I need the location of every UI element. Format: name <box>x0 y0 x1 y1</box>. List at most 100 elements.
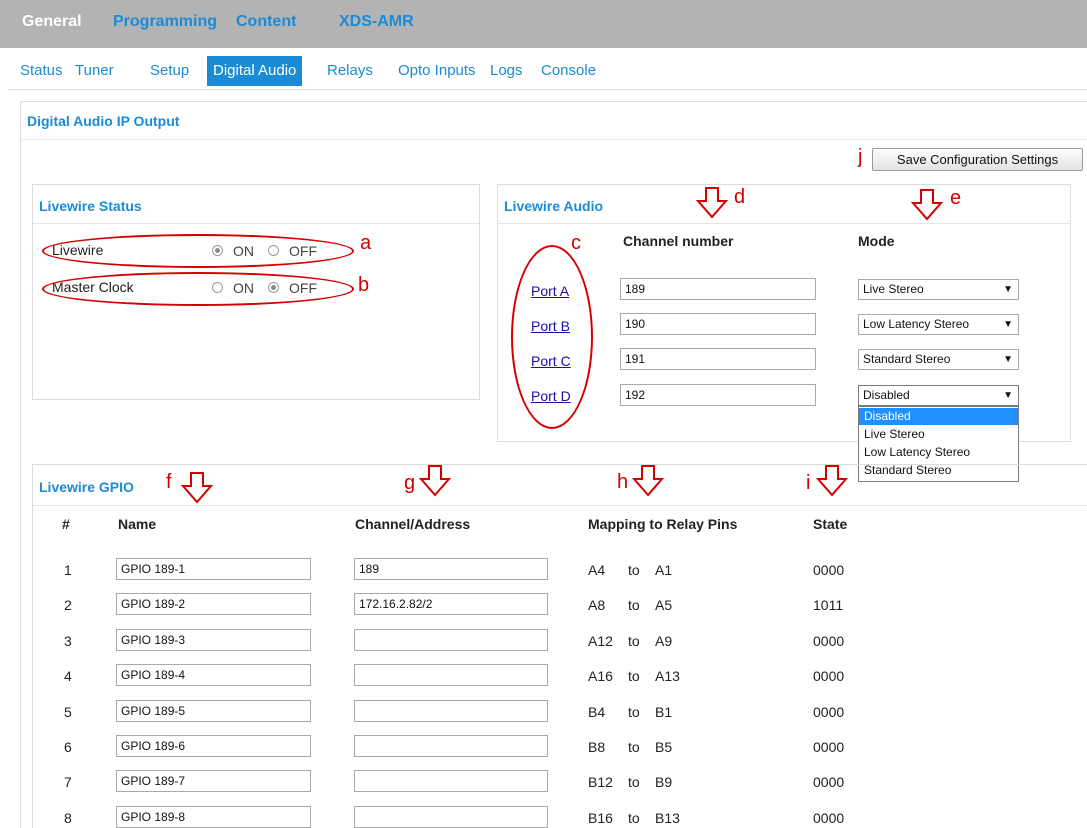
page-title: Digital Audio IP Output <box>27 113 180 129</box>
gpio-address-input[interactable] <box>354 558 548 580</box>
gpio-name-input[interactable] <box>116 700 311 722</box>
gpio-header-name: Name <box>118 516 157 532</box>
gpio-state: 0000 <box>813 562 845 578</box>
annotation-label-h: h <box>617 471 629 493</box>
gpio-state: 0000 <box>813 739 845 755</box>
gpio-mapping-connector: to <box>628 774 640 790</box>
gpio-mapping-from: B8 <box>588 739 606 755</box>
gpio-name-input[interactable] <box>116 593 311 615</box>
mode-option-low-latency-stereo[interactable]: Low Latency Stereo <box>859 444 1018 461</box>
gpio-mapping-connector: to <box>628 562 640 578</box>
annotation-label-i: i <box>806 472 811 494</box>
top-nav-xds-amr[interactable]: XDS-AMR <box>339 13 414 31</box>
gpio-name-input[interactable] <box>116 770 311 792</box>
gpio-address-input[interactable] <box>354 735 548 757</box>
gpio-row-num: 3 <box>64 633 72 649</box>
gpio-address-input[interactable] <box>354 700 548 722</box>
gpio-row-num: 8 <box>64 810 72 826</box>
annotation-label-e: e <box>950 187 962 209</box>
gpio-mapping-from: B16 <box>588 810 613 826</box>
tab-opto-inputs[interactable]: Opto Inputs <box>392 56 482 86</box>
port-d-mode-select[interactable]: Disabled ▼ <box>858 385 1019 406</box>
gpio-mapping-connector: to <box>628 704 640 720</box>
gpio-address-input[interactable] <box>354 770 548 792</box>
gpio-address-input[interactable] <box>354 629 548 651</box>
arrow-down-icon <box>910 189 944 221</box>
gpio-state: 0000 <box>813 633 845 649</box>
save-configuration-button[interactable]: Save Configuration Settings <box>872 148 1083 171</box>
port-c-channel-input[interactable] <box>620 348 816 370</box>
gpio-header-state: State <box>813 516 848 532</box>
panel-divider <box>33 505 1087 506</box>
arrow-down-icon <box>695 187 729 219</box>
gpio-mapping-connector: to <box>628 633 640 649</box>
tab-digital-audio[interactable]: Digital Audio <box>207 56 303 86</box>
annotation-label-g: g <box>404 472 416 494</box>
gpio-header-num: # <box>62 516 70 532</box>
gpio-mapping-to: A1 <box>655 562 673 578</box>
chevron-down-icon: ▼ <box>1003 390 1013 401</box>
panel-divider <box>33 223 479 224</box>
livewire-audio-title: Livewire Audio <box>504 198 604 214</box>
annotation-label-j: j <box>858 146 863 168</box>
chevron-down-icon: ▼ <box>1003 319 1013 330</box>
gpio-mapping-to: B13 <box>655 810 680 826</box>
top-nav: General Programming Content XDS-AMR <box>0 0 1087 48</box>
top-nav-programming[interactable]: Programming <box>113 13 217 31</box>
annotation-label-b: b <box>358 274 370 296</box>
gpio-header-address: Channel/Address <box>355 516 471 532</box>
port-a-mode-select[interactable]: Live Stereo ▼ <box>858 279 1019 300</box>
gpio-mapping-connector: to <box>628 668 640 684</box>
tab-relays[interactable]: Relays <box>321 56 379 86</box>
gpio-mapping-connector: to <box>628 739 640 755</box>
sub-nav: Status Tuner Setup Digital Audio Relays … <box>0 56 1087 86</box>
arrow-down-icon <box>180 472 214 504</box>
gpio-name-input[interactable] <box>116 806 311 828</box>
port-b-mode-select[interactable]: Low Latency Stereo ▼ <box>858 314 1019 335</box>
gpio-name-input[interactable] <box>116 664 311 686</box>
gpio-mapping-connector: to <box>628 810 640 826</box>
tab-logs[interactable]: Logs <box>484 56 529 86</box>
port-a-channel-input[interactable] <box>620 278 816 300</box>
gpio-row-num: 7 <box>64 774 72 790</box>
annotation-label-c: c <box>571 232 581 254</box>
arrow-down-icon <box>815 465 849 497</box>
chevron-down-icon: ▼ <box>1003 354 1013 365</box>
chevron-down-icon: ▼ <box>1003 284 1013 295</box>
tab-setup[interactable]: Setup <box>144 56 195 86</box>
gpio-address-input[interactable] <box>354 593 548 615</box>
top-nav-general[interactable]: General <box>22 13 82 31</box>
tab-console[interactable]: Console <box>535 56 602 86</box>
gpio-mapping-from: A4 <box>588 562 606 578</box>
gpio-name-input[interactable] <box>116 735 311 757</box>
port-c-mode-select[interactable]: Standard Stereo ▼ <box>858 349 1019 370</box>
tab-status[interactable]: Status <box>14 56 69 86</box>
gpio-name-input[interactable] <box>116 558 311 580</box>
gpio-state: 1011 <box>813 597 844 613</box>
gpio-mapping-from: A12 <box>588 633 613 649</box>
livewire-status-title: Livewire Status <box>39 198 142 214</box>
panel-divider <box>498 223 1070 224</box>
arrow-down-icon <box>631 465 665 497</box>
port-d-channel-input[interactable] <box>620 384 816 406</box>
annotation-ellipse-ports <box>511 245 593 429</box>
gpio-mapping-from: B4 <box>588 704 606 720</box>
tab-tuner[interactable]: Tuner <box>69 56 120 86</box>
gpio-row-num: 1 <box>64 562 72 578</box>
gpio-address-input[interactable] <box>354 806 548 828</box>
gpio-mapping-to: B1 <box>655 704 673 720</box>
mode-option-live-stereo[interactable]: Live Stereo <box>859 426 1018 443</box>
port-a-mode-value: Live Stereo <box>863 282 924 296</box>
mode-option-disabled[interactable]: Disabled <box>859 408 1018 425</box>
gpio-name-input[interactable] <box>116 629 311 651</box>
annotation-label-a: a <box>360 232 372 254</box>
mode-header: Mode <box>858 233 895 249</box>
top-nav-content[interactable]: Content <box>236 13 296 31</box>
annotation-ellipse-master-clock <box>42 272 354 306</box>
annotation-label-f: f <box>166 471 172 493</box>
port-b-mode-value: Low Latency Stereo <box>863 317 970 331</box>
gpio-address-input[interactable] <box>354 664 548 686</box>
gpio-state: 0000 <box>813 704 845 720</box>
gpio-mapping-to: A5 <box>655 597 673 613</box>
port-b-channel-input[interactable] <box>620 313 816 335</box>
